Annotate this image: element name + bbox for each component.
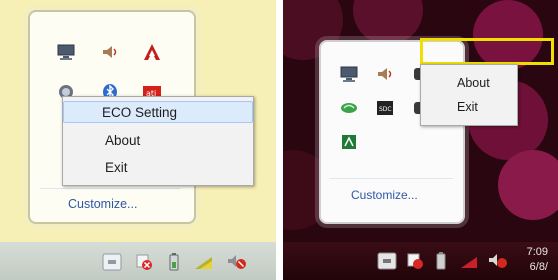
wallpaper-circle [498, 150, 558, 220]
show-hidden-icons-button[interactable] [377, 251, 397, 271]
menu-item-label: About [105, 133, 141, 148]
highlight-box [420, 38, 554, 65]
popup-divider [329, 178, 453, 179]
panel-gap [276, 0, 283, 280]
menu-item-eco-setting[interactable]: ECO Setting [63, 101, 253, 123]
menu-item-label: Exit [457, 100, 478, 114]
taskbar: 7:09 6/8/ [283, 242, 558, 280]
menu-item-about[interactable]: About [63, 130, 253, 152]
volume-muted-icon[interactable] [487, 251, 507, 271]
menu-item-about[interactable]: About [421, 73, 517, 95]
clock-date[interactable]: 6/8/ [530, 261, 548, 273]
svg-text:SDC: SDC [379, 106, 392, 113]
wallpaper-circle [353, 0, 423, 45]
taskbar [0, 242, 276, 280]
menu-item-label: Exit [105, 160, 128, 175]
right-screenshot-panel: SDC Customize... About Exit 7:09 6/8/ [283, 0, 558, 280]
battery-icon[interactable] [164, 252, 184, 272]
signal-warning-icon[interactable] [194, 252, 214, 272]
battery-icon[interactable] [431, 251, 451, 271]
clock-time[interactable]: 7:09 [527, 246, 548, 258]
flag-icon[interactable] [134, 252, 154, 272]
eco-icon[interactable] [339, 98, 359, 118]
customize-link[interactable]: Customize... [68, 197, 137, 211]
popup-divider [40, 188, 180, 189]
speaker-icon[interactable] [100, 42, 120, 62]
left-screenshot-panel: ati Customize... ECO Setting About Exit [0, 0, 276, 280]
acrobat-icon[interactable] [339, 132, 359, 152]
context-menu: About Exit [420, 64, 518, 126]
menu-item-exit[interactable]: Exit [421, 97, 517, 119]
show-hidden-icons-button[interactable] [102, 252, 122, 272]
menu-item-exit[interactable]: Exit [63, 157, 253, 179]
amd-catalyst-icon[interactable] [142, 42, 162, 62]
sd-card-icon[interactable]: SDC [375, 98, 395, 118]
speaker-icon[interactable] [375, 64, 395, 84]
menu-item-label: About [457, 76, 490, 90]
volume-muted-icon[interactable] [226, 252, 246, 272]
menu-item-label: ECO Setting [102, 105, 178, 120]
network-icon[interactable] [339, 64, 359, 84]
signal-warning-icon[interactable] [459, 251, 479, 271]
customize-link[interactable]: Customize... [351, 188, 418, 202]
context-menu: ECO Setting About Exit [62, 96, 254, 186]
network-icon[interactable] [56, 42, 76, 62]
flag-icon[interactable] [405, 251, 425, 271]
